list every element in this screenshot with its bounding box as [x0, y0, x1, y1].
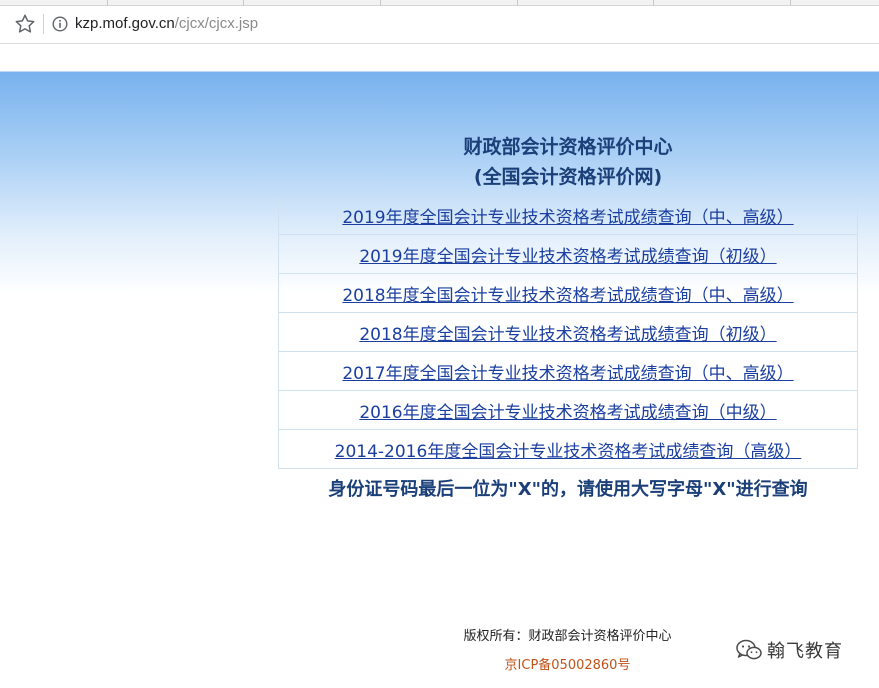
tab-separator — [790, 0, 791, 6]
watermark: 翰飞教育 — [735, 636, 843, 664]
tab-separator — [380, 0, 381, 6]
query-link-2019-junior[interactable]: 2019年度全国会计专业技术资格考试成绩查询（初级） — [359, 247, 776, 267]
table-cell: 2019年度全国会计专业技术资格考试成绩查询（初级） — [278, 234, 858, 274]
query-link-2019-intermediate-senior[interactable]: 2019年度全国会计专业技术资格考试成绩查询（中、高级） — [342, 208, 793, 228]
query-link-2018-intermediate-senior[interactable]: 2018年度全国会计专业技术资格考试成绩查询（中、高级） — [342, 286, 793, 306]
page-content: 财政部会计资格评价中心 (全国会计资格评价网) 2019年度全国会计专业技术资格… — [0, 44, 879, 688]
copyright-text: 版权所有：财政部会计资格评价中心 — [463, 629, 672, 644]
table-cell: 2014-2016年度全国会计专业技术资格考试成绩查询（高级） — [278, 429, 858, 469]
query-link-2014-2016-senior[interactable]: 2014-2016年度全国会计专业技术资格考试成绩查询（高级） — [335, 442, 802, 462]
wechat-logo-icon — [736, 639, 762, 660]
query-link-2018-junior[interactable]: 2018年度全国会计专业技术资格考试成绩查询（初级） — [359, 325, 776, 345]
query-link-2017-intermediate-senior[interactable]: 2017年度全国会计专业技术资格考试成绩查询（中、高级） — [342, 364, 793, 384]
score-query-links: 2019年度全国会计专业技术资格考试成绩查询（中、高级） 2019年度全国会计专… — [278, 196, 858, 469]
table-row: 2017年度全国会计专业技术资格考试成绩查询（中、高级） — [278, 351, 858, 391]
icp-record-link[interactable]: 京ICP备05002860号 — [400, 657, 735, 675]
query-link-2016-intermediate[interactable]: 2016年度全国会计专业技术资格考试成绩查询（中级） — [359, 403, 776, 423]
info-icon[interactable] — [52, 16, 68, 32]
url-host: kzp.mof.gov.cn — [75, 15, 175, 32]
tab-separator — [107, 0, 108, 6]
table-cell: 2018年度全国会计专业技术资格考试成绩查询（中、高级） — [278, 273, 858, 313]
table-cell: 2018年度全国会计专业技术资格考试成绩查询（初级） — [278, 312, 858, 352]
watermark-text: 翰飞教育 — [767, 641, 843, 662]
url-path: /cjcx/cjcx.jsp — [174, 15, 259, 32]
page-title: 财政部会计资格评价中心 — [463, 136, 673, 158]
table-row: 2019年度全国会计专业技术资格考试成绩查询（初级） — [278, 234, 858, 274]
table-row: 2014-2016年度全国会计专业技术资格考试成绩查询（高级） — [278, 429, 858, 469]
id-number-notice: 身份证号码最后一位为"X"的，请使用大写字母"X"进行查询 — [328, 479, 808, 500]
tab-separator — [243, 0, 244, 6]
table-row: 2016年度全国会计专业技术资格考试成绩查询（中级） — [278, 390, 858, 430]
browser-toolbar: kzp.mof.gov.cn/cjcx/cjcx.jsp — [0, 0, 879, 44]
page-subtitle: (全国会计资格评价网) — [473, 166, 663, 188]
address-bar[interactable]: kzp.mof.gov.cn/cjcx/cjcx.jsp — [75, 14, 258, 34]
table-row: 2018年度全国会计专业技术资格考试成绩查询（中、高级） — [278, 273, 858, 313]
tab-separator — [653, 0, 654, 6]
tab-strip — [0, 0, 879, 6]
toolbar-divider — [43, 14, 44, 34]
star-icon[interactable] — [14, 13, 36, 35]
table-row: 2018年度全国会计专业技术资格考试成绩查询（初级） — [278, 312, 858, 352]
table-cell: 2019年度全国会计专业技术资格考试成绩查询（中、高级） — [278, 196, 858, 235]
table-cell: 2016年度全国会计专业技术资格考试成绩查询（中级） — [278, 390, 858, 430]
table-cell: 2017年度全国会计专业技术资格考试成绩查询（中、高级） — [278, 351, 858, 391]
tab-separator — [517, 0, 518, 6]
table-row: 2019年度全国会计专业技术资格考试成绩查询（中、高级） — [278, 196, 858, 235]
